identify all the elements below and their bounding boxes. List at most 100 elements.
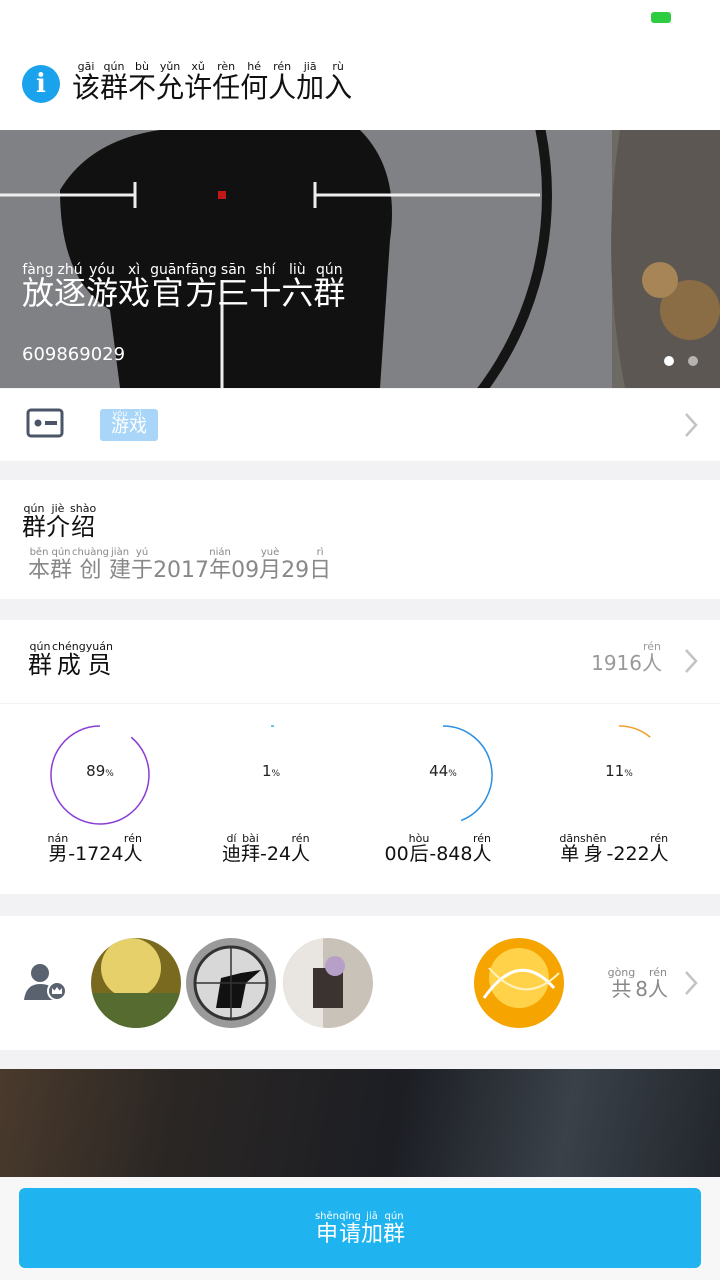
ruby-char: qún 群 (100, 60, 128, 102)
hanzi: 请 (339, 1221, 362, 1247)
hanzi: 本 (28, 558, 51, 583)
id-card-icon (26, 408, 64, 438)
hanzi: 迪 (221, 843, 241, 865)
ruby-char: shēn 身 (580, 832, 606, 865)
admin-avatar[interactable] (474, 938, 564, 1028)
hanzi: 人 (642, 651, 662, 675)
ruby-char: qún 群 (50, 546, 72, 582)
carousel-indicator (664, 356, 698, 366)
ruby-char: qún 群 (28, 640, 52, 678)
hanzi: 共 (611, 977, 632, 1001)
percent-sign: % (271, 769, 281, 779)
avatar-image (283, 938, 373, 1028)
hanzi: 申 (315, 1221, 338, 1247)
stat-label: dí 迪 bài 拜 -24 rén 人 (176, 832, 356, 865)
hanzi: 人 (291, 843, 311, 865)
ruby-char: yóu 游 (111, 409, 129, 437)
ruby-char: jiè 介 (46, 502, 70, 540)
ruby-char: jiā 加 (296, 60, 324, 102)
admin-avatar[interactable] (283, 938, 373, 1028)
hanzi: 六 (281, 274, 314, 312)
ruby-char: hòu 后 (409, 832, 430, 865)
ruby-char: 8 (635, 966, 648, 1000)
hanzi: 人 (648, 977, 668, 1001)
hanzi: 成 (56, 651, 81, 679)
hanzi: 人 (123, 843, 143, 865)
ruby-char: guān 官 (150, 263, 185, 311)
members-title: qún 群 chéng 成 yuán 员 (28, 640, 113, 678)
ruby-char: shào 绍 (70, 502, 96, 540)
hanzi: 群 (313, 274, 346, 312)
hanzi: 年 (209, 558, 232, 583)
ruby-char: rén 人 (291, 832, 310, 865)
stat-percent-value: 11 (605, 762, 625, 780)
battery-icon (651, 12, 671, 23)
stat-percent-value: 89 (86, 762, 106, 780)
chevron-right-icon (685, 413, 698, 437)
ruby-char: chéng 成 (52, 640, 86, 678)
hanzi: 后 (409, 843, 429, 865)
members-count: 1916 rén 人 (591, 640, 662, 674)
ruby-char: chuàng 创 (72, 546, 109, 582)
hanzi: 方 (185, 274, 218, 312)
group-admins-row[interactable]: gòng 共 8 rén 人 (0, 916, 720, 1050)
ruby-char: 09 (231, 546, 259, 582)
ruby-char: qún 群 (22, 502, 46, 540)
stat-item: 89% nán 男 -1724 rén 人 (5, 704, 185, 894)
hanzi: 身 (583, 843, 603, 865)
ruby-char: zhú 逐 (54, 263, 87, 312)
ruby-char: rù 入 (324, 60, 352, 102)
hanzi: 于 (131, 558, 154, 583)
group-banner-carousel[interactable]: fàng 放 zhú 逐 yóu 游 xì 戏 guān 官 fāng 方 sān 三 shí 十 liù 六 qú… (0, 130, 720, 388)
ruby-char: gāi 该 (72, 60, 100, 102)
hanzi: 员 (87, 651, 112, 679)
group-members-row[interactable]: qún 群 chéng 成 yuán 员 1916 rén 人 (0, 620, 720, 703)
admin-avatar[interactable] (91, 938, 181, 1028)
stat-percent: 44% (388, 762, 498, 780)
hanzi: 许 (184, 71, 213, 104)
ruby-char: yóu 游 (86, 263, 118, 311)
hanzi: 群 (100, 71, 129, 104)
hanzi: 介 (46, 513, 70, 541)
hanzi: 戏 (118, 274, 151, 312)
hanzi: 逐 (54, 274, 87, 312)
apply-join-button[interactable]: shēn 申 qǐng 请 jiā 加 qún 群 (19, 1188, 701, 1268)
hanzi: 日 (309, 558, 332, 583)
ruby-char: 2017 (153, 546, 209, 582)
member-stats: 89% nán 男 -1724 rén 人 1% dí 迪 bài 拜 -24 rén 人 44% … (0, 704, 720, 894)
percent-sign: % (448, 769, 457, 779)
ruby-char: xì 戏 (118, 263, 151, 312)
hanzi: 人 (268, 71, 297, 104)
category-tag: yóu 游 xì 戏 (100, 409, 158, 441)
ruby-char: yuán 员 (86, 640, 113, 678)
admins-count: gòng 共 8 rén 人 (608, 966, 668, 1000)
hanzi: 加 (296, 71, 325, 104)
stat-label: 00 hòu 后 -848 rén 人 (348, 832, 528, 865)
info-icon: i (22, 65, 60, 103)
hanzi: 1916 (591, 651, 642, 675)
ruby-char: qǐng 请 (339, 1210, 361, 1246)
avatar-image (186, 938, 276, 1028)
hanzi: -848 (429, 843, 473, 865)
stat-percent-value: 44 (429, 762, 449, 780)
percent-sign: % (105, 769, 114, 779)
ruby-char: rén 人 (268, 60, 296, 102)
ruby-char: rì 日 (309, 546, 331, 582)
hanzi: 加 (361, 1221, 384, 1247)
group-category-row[interactable]: yóu 游 xì 戏 (0, 389, 720, 461)
stat-item: 1% dí 迪 bài 拜 -24 rén 人 (176, 704, 356, 894)
hanzi: 群 (383, 1221, 406, 1247)
ruby-char: 00 (384, 832, 408, 865)
hanzi: 00 (384, 843, 409, 865)
hanzi: 何 (240, 71, 269, 104)
status-bar (0, 0, 720, 40)
avatar-image (91, 938, 181, 1028)
ruby-char: -1724 (68, 832, 123, 865)
ruby-char: rén 人 (650, 832, 669, 865)
ruby-char: 29 (281, 546, 309, 582)
ruby-char: rén 人 (642, 640, 662, 674)
ruby-char: rén 人 (648, 966, 668, 1000)
admin-avatar[interactable] (186, 938, 276, 1028)
hanzi: -24 (259, 843, 292, 865)
ruby-char: rèn 任 (212, 60, 240, 102)
